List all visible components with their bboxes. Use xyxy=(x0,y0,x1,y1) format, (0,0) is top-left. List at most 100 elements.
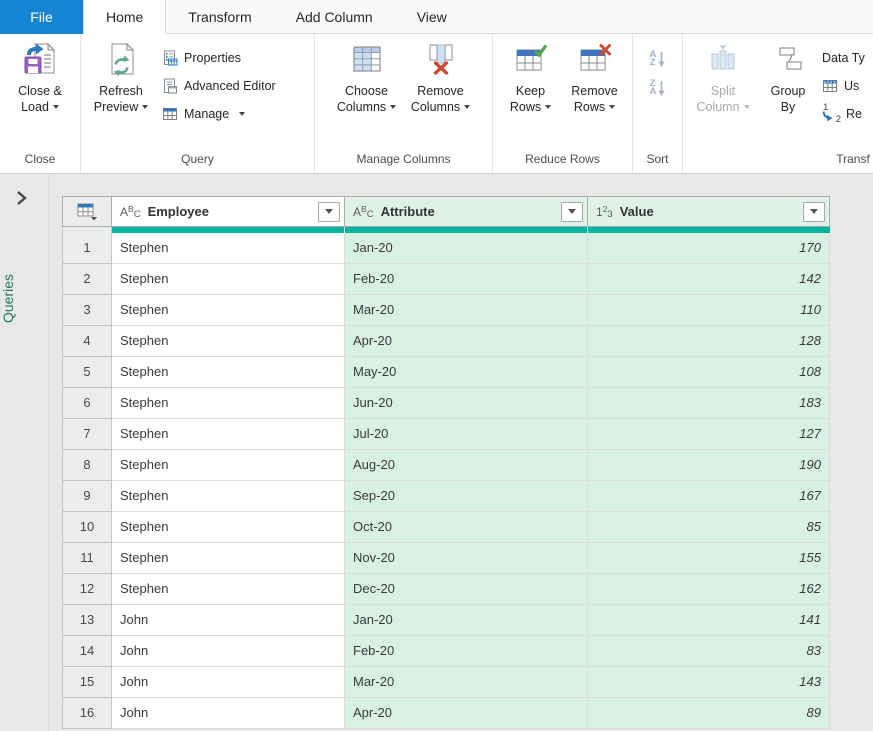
attribute-cell[interactable]: Feb-20 xyxy=(345,264,588,295)
row-number-cell[interactable]: 15 xyxy=(62,667,112,698)
close-and-load-button[interactable]: Close & Load xyxy=(3,39,77,149)
attribute-cell[interactable]: Jun-20 xyxy=(345,388,588,419)
attribute-cell[interactable]: Dec-20 xyxy=(345,574,588,605)
employee-cell[interactable]: Stephen xyxy=(112,574,345,605)
employee-cell[interactable]: Stephen xyxy=(112,233,345,264)
row-number-cell[interactable]: 1 xyxy=(62,233,112,264)
attribute-cell[interactable]: Mar-20 xyxy=(345,295,588,326)
row-number-cell[interactable]: 8 xyxy=(62,450,112,481)
value-cell[interactable]: 108 xyxy=(588,357,830,388)
queries-pane-chevron-icon[interactable] xyxy=(16,190,27,206)
value-cell[interactable]: 143 xyxy=(588,667,830,698)
attribute-cell[interactable]: Mar-20 xyxy=(345,667,588,698)
attribute-cell[interactable]: Sep-20 xyxy=(345,481,588,512)
sort-ascending-button[interactable]: AZ xyxy=(650,50,666,68)
choose-columns-button[interactable]: Choose Columns xyxy=(330,39,404,149)
value-cell[interactable]: 155 xyxy=(588,543,830,574)
row-number-cell[interactable]: 6 xyxy=(62,388,112,419)
filter-button-employee[interactable] xyxy=(318,202,340,222)
remove-rows-button[interactable]: Remove Rows xyxy=(563,39,627,149)
attribute-cell[interactable]: Jan-20 xyxy=(345,233,588,264)
employee-cell[interactable]: Stephen xyxy=(112,357,345,388)
column-name-attribute: Attribute xyxy=(381,204,435,219)
value-cell[interactable]: 183 xyxy=(588,388,830,419)
select-all-button[interactable] xyxy=(62,196,112,227)
row-number-cell[interactable]: 9 xyxy=(62,481,112,512)
keep-rows-icon xyxy=(514,42,548,76)
value-cell[interactable]: 162 xyxy=(588,574,830,605)
close-and-load-label-line2: Load xyxy=(21,99,59,115)
employee-cell[interactable]: Stephen xyxy=(112,450,345,481)
row-number-cell[interactable]: 5 xyxy=(62,357,112,388)
table-row: 7StephenJul-20127 xyxy=(62,419,830,450)
value-cell[interactable]: 170 xyxy=(588,233,830,264)
remove-columns-button[interactable]: Remove Columns xyxy=(404,39,478,149)
row-number-cell[interactable]: 10 xyxy=(62,512,112,543)
row-number-cell[interactable]: 7 xyxy=(62,419,112,450)
row-number-cell[interactable]: 12 xyxy=(62,574,112,605)
employee-cell[interactable]: Stephen xyxy=(112,295,345,326)
value-cell[interactable]: 127 xyxy=(588,419,830,450)
filter-button-attribute[interactable] xyxy=(561,202,583,222)
employee-cell[interactable]: Stephen xyxy=(112,543,345,574)
employee-cell[interactable]: Stephen xyxy=(112,419,345,450)
row-number-cell[interactable]: 3 xyxy=(62,295,112,326)
advanced-editor-button[interactable]: Advanced Editor xyxy=(162,76,276,96)
tab-add-column[interactable]: Add Column xyxy=(274,0,395,33)
sort-descending-icon: ZA xyxy=(650,80,657,97)
group-by-button[interactable]: Group By xyxy=(759,39,817,149)
split-column-button[interactable]: Split Column xyxy=(687,39,759,149)
attribute-cell[interactable]: Apr-20 xyxy=(345,326,588,357)
value-cell[interactable]: 141 xyxy=(588,605,830,636)
row-number-cell[interactable]: 16 xyxy=(62,698,112,729)
attribute-cell[interactable]: Aug-20 xyxy=(345,450,588,481)
employee-cell[interactable]: John xyxy=(112,636,345,667)
replace-values-button[interactable]: 1 2 Re xyxy=(822,104,862,124)
attribute-cell[interactable]: Jul-20 xyxy=(345,419,588,450)
employee-cell[interactable]: Stephen xyxy=(112,388,345,419)
attribute-cell[interactable]: Feb-20 xyxy=(345,636,588,667)
employee-cell[interactable]: Stephen xyxy=(112,481,345,512)
value-cell[interactable]: 83 xyxy=(588,636,830,667)
refresh-preview-button[interactable]: Refresh Preview xyxy=(85,39,157,149)
tab-transform[interactable]: Transform xyxy=(166,0,273,33)
employee-cell[interactable]: John xyxy=(112,605,345,636)
employee-cell[interactable]: Stephen xyxy=(112,326,345,357)
row-number-cell[interactable]: 14 xyxy=(62,636,112,667)
value-cell[interactable]: 167 xyxy=(588,481,830,512)
attribute-cell[interactable]: Oct-20 xyxy=(345,512,588,543)
employee-cell[interactable]: Stephen xyxy=(112,264,345,295)
row-number-cell[interactable]: 11 xyxy=(62,543,112,574)
column-header-employee[interactable]: ABC Employee xyxy=(112,196,345,227)
tab-view[interactable]: View xyxy=(395,0,469,33)
keep-rows-button[interactable]: Keep Rows xyxy=(499,39,563,149)
employee-cell[interactable]: John xyxy=(112,667,345,698)
manage-button[interactable]: Manage xyxy=(162,104,245,124)
value-cell[interactable]: 89 xyxy=(588,698,830,729)
value-cell[interactable]: 85 xyxy=(588,512,830,543)
column-header-attribute[interactable]: ABC Attribute xyxy=(345,196,588,227)
row-number-cell[interactable]: 2 xyxy=(62,264,112,295)
attribute-cell[interactable]: Apr-20 xyxy=(345,698,588,729)
column-header-value[interactable]: 123 Value xyxy=(588,196,830,227)
tab-file[interactable]: File xyxy=(0,0,83,34)
data-type-button[interactable]: Data Ty xyxy=(822,48,865,68)
use-first-row-as-headers-button[interactable]: Us xyxy=(822,76,859,96)
employee-cell[interactable]: Stephen xyxy=(112,512,345,543)
filter-button-value[interactable] xyxy=(803,202,825,222)
attribute-cell[interactable]: May-20 xyxy=(345,357,588,388)
value-cell[interactable]: 110 xyxy=(588,295,830,326)
employee-cell[interactable]: John xyxy=(112,698,345,729)
value-cell[interactable]: 142 xyxy=(588,264,830,295)
properties-button[interactable]: Properties xyxy=(162,48,241,68)
value-cell[interactable]: 128 xyxy=(588,326,830,357)
value-cell[interactable]: 190 xyxy=(588,450,830,481)
tab-home[interactable]: Home xyxy=(83,0,166,34)
attribute-cell[interactable]: Jan-20 xyxy=(345,605,588,636)
row-number-cell[interactable]: 4 xyxy=(62,326,112,357)
table-row: 10StephenOct-2085 xyxy=(62,512,830,543)
attribute-cell[interactable]: Nov-20 xyxy=(345,543,588,574)
queries-pane-collapsed: Queries xyxy=(0,174,49,731)
sort-descending-button[interactable]: ZA xyxy=(650,79,666,97)
row-number-cell[interactable]: 13 xyxy=(62,605,112,636)
